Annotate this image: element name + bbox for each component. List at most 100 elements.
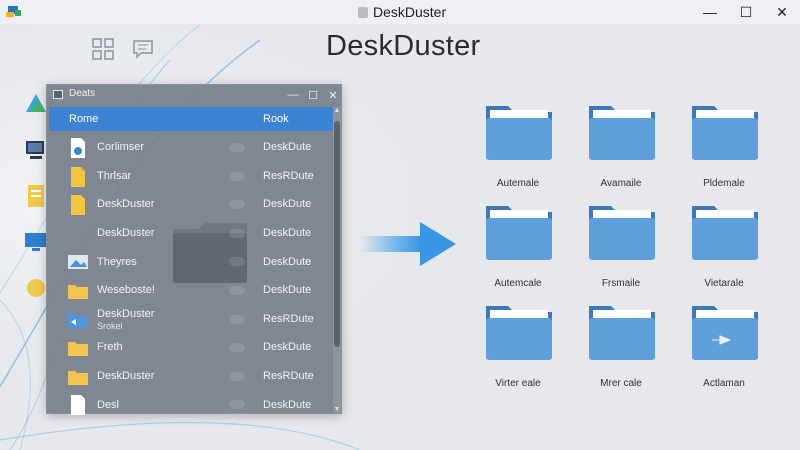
file-row[interactable]: DeskDuster DeskDute <box>49 190 333 219</box>
folder-tile[interactable]: Mrer cale <box>573 300 669 396</box>
folder-tile[interactable]: Actlaman <box>676 300 772 396</box>
document-icon <box>71 195 85 216</box>
document-icon <box>71 138 85 158</box>
chat-icon[interactable] <box>132 38 154 60</box>
file-meta-pill <box>229 285 245 295</box>
destination-folder-grid: Autemale Avamaile Pldemale Autemcale Frsmail… <box>470 100 780 400</box>
window-title: DeskDuster <box>358 4 446 20</box>
file-name: Thrlsar <box>97 169 132 182</box>
folder-icon <box>589 306 655 360</box>
top-toolbar <box>92 38 154 60</box>
file-row[interactable]: Weseboste! DeskDute <box>49 276 333 305</box>
file-location: DeskDute <box>263 198 312 211</box>
folder-icon <box>486 106 552 160</box>
folder-label: Actlaman <box>703 378 745 389</box>
scroll-down-icon[interactable]: ▼ <box>333 406 341 413</box>
file-row[interactable]: DeskDuster Srokel ResRDute <box>49 305 333 334</box>
folder-tile[interactable]: Frsmaile <box>573 200 669 296</box>
folder-tile[interactable]: Autemcale <box>470 200 566 296</box>
explorer-title: Deats <box>69 88 96 99</box>
scrollbar-thumb[interactable] <box>334 121 340 347</box>
minimize-button[interactable]: — <box>698 2 722 22</box>
window-titlebar: DeskDuster — ☐ ✕ <box>0 0 800 24</box>
file-location: DeskDute <box>263 398 312 411</box>
file-row[interactable]: DeskDuster ResRDute <box>49 362 333 391</box>
folder-icon <box>486 306 552 360</box>
folder-icon <box>68 342 88 357</box>
close-button[interactable]: ✕ <box>770 2 794 22</box>
file-row[interactable]: Corlimser DeskDute <box>49 133 333 162</box>
file-meta-pill <box>229 200 245 210</box>
file-meta-pill <box>229 257 245 267</box>
column-header: Rome Rook <box>49 107 333 131</box>
folder-icon <box>692 106 758 160</box>
scroll-up-icon[interactable]: ▲ <box>333 107 341 114</box>
file-location: DeskDute <box>263 284 312 297</box>
folder-icon <box>692 306 758 360</box>
file-name: Theyres <box>97 255 137 268</box>
folder-label: Autemcale <box>494 278 542 289</box>
folder-label: Pldemale <box>703 178 745 189</box>
file-row[interactable]: Freth DeskDute <box>49 333 333 362</box>
file-row[interactable]: Desl DeskDute <box>49 390 333 419</box>
file-name: DeskDuster <box>97 307 155 320</box>
folder-tile[interactable]: Avamaile <box>573 100 669 196</box>
blue-folder-icon <box>68 313 88 328</box>
file-meta-pill <box>229 171 245 181</box>
file-name: DeskDuster <box>97 227 155 240</box>
folder-tile[interactable]: Autemale <box>470 100 566 196</box>
explorer-maximize-button[interactable]: ☐ <box>305 87 321 103</box>
app-title: DeskDuster <box>326 30 481 62</box>
file-location: ResRDute <box>263 312 314 325</box>
scrollbar[interactable]: ▲ ▼ <box>333 107 341 413</box>
file-name: Desl <box>97 398 120 411</box>
file-meta-pill <box>229 371 245 381</box>
file-location: DeskDute <box>263 255 312 268</box>
file-name: Corlimser <box>97 141 145 154</box>
grid-icon[interactable] <box>92 38 114 60</box>
file-meta-pill <box>229 314 245 324</box>
folder-icon <box>486 206 552 260</box>
folder-label: Mrer cale <box>600 378 642 389</box>
file-list: Corlimser DeskDute Thrlsar ResRDute Desk… <box>49 133 333 419</box>
explorer-titlebar: Deats — ☐ ✕ <box>47 85 341 105</box>
file-meta-pill <box>229 143 245 152</box>
file-row[interactable]: Theyres DeskDute <box>49 247 333 276</box>
column-header-name[interactable]: Rome <box>69 113 98 125</box>
maximize-button[interactable]: ☐ <box>734 2 758 22</box>
file-location: DeskDute <box>263 341 312 354</box>
file-name: DeskDuster <box>97 198 155 211</box>
folder-tile[interactable]: Vietarale <box>676 200 772 296</box>
file-location: ResRDute <box>263 370 314 383</box>
file-name: Weseboste! <box>97 284 155 297</box>
window-title-text: DeskDuster <box>373 4 447 20</box>
folder-label: Frsmaile <box>601 278 641 289</box>
file-location: ResRDute <box>263 169 314 182</box>
folder-tile[interactable]: Pldemale <box>676 100 772 196</box>
folder-label: Vietarale <box>704 278 744 289</box>
file-name: Freth <box>97 341 123 354</box>
file-row[interactable]: DeskDuster DeskDute <box>49 219 333 248</box>
folder-icon <box>589 206 655 260</box>
file-row[interactable]: Thrlsar ResRDute <box>49 162 333 191</box>
column-header-location[interactable]: Rook <box>263 113 289 125</box>
explorer-close-button[interactable]: ✕ <box>325 87 341 103</box>
app-small-icon <box>358 6 368 18</box>
folder-icon <box>68 370 88 385</box>
folder-icon <box>589 106 655 160</box>
file-meta-pill <box>229 228 245 238</box>
folder-tile[interactable]: Virter eale <box>470 300 566 396</box>
explorer-window-icon <box>53 90 63 99</box>
folder-icon <box>692 206 758 260</box>
document-icon <box>71 166 85 187</box>
file-name: DeskDuster <box>97 370 155 383</box>
file-location: DeskDute <box>263 227 312 240</box>
folder-label: Autemale <box>496 178 540 189</box>
folder-label: Avamaile <box>600 178 642 189</box>
move-arrow-icon <box>360 222 456 266</box>
explorer-minimize-button[interactable]: — <box>285 87 301 103</box>
file-meta-pill <box>229 343 245 353</box>
folder-icon <box>68 284 88 299</box>
image-icon <box>68 255 88 270</box>
document-icon <box>71 395 85 416</box>
